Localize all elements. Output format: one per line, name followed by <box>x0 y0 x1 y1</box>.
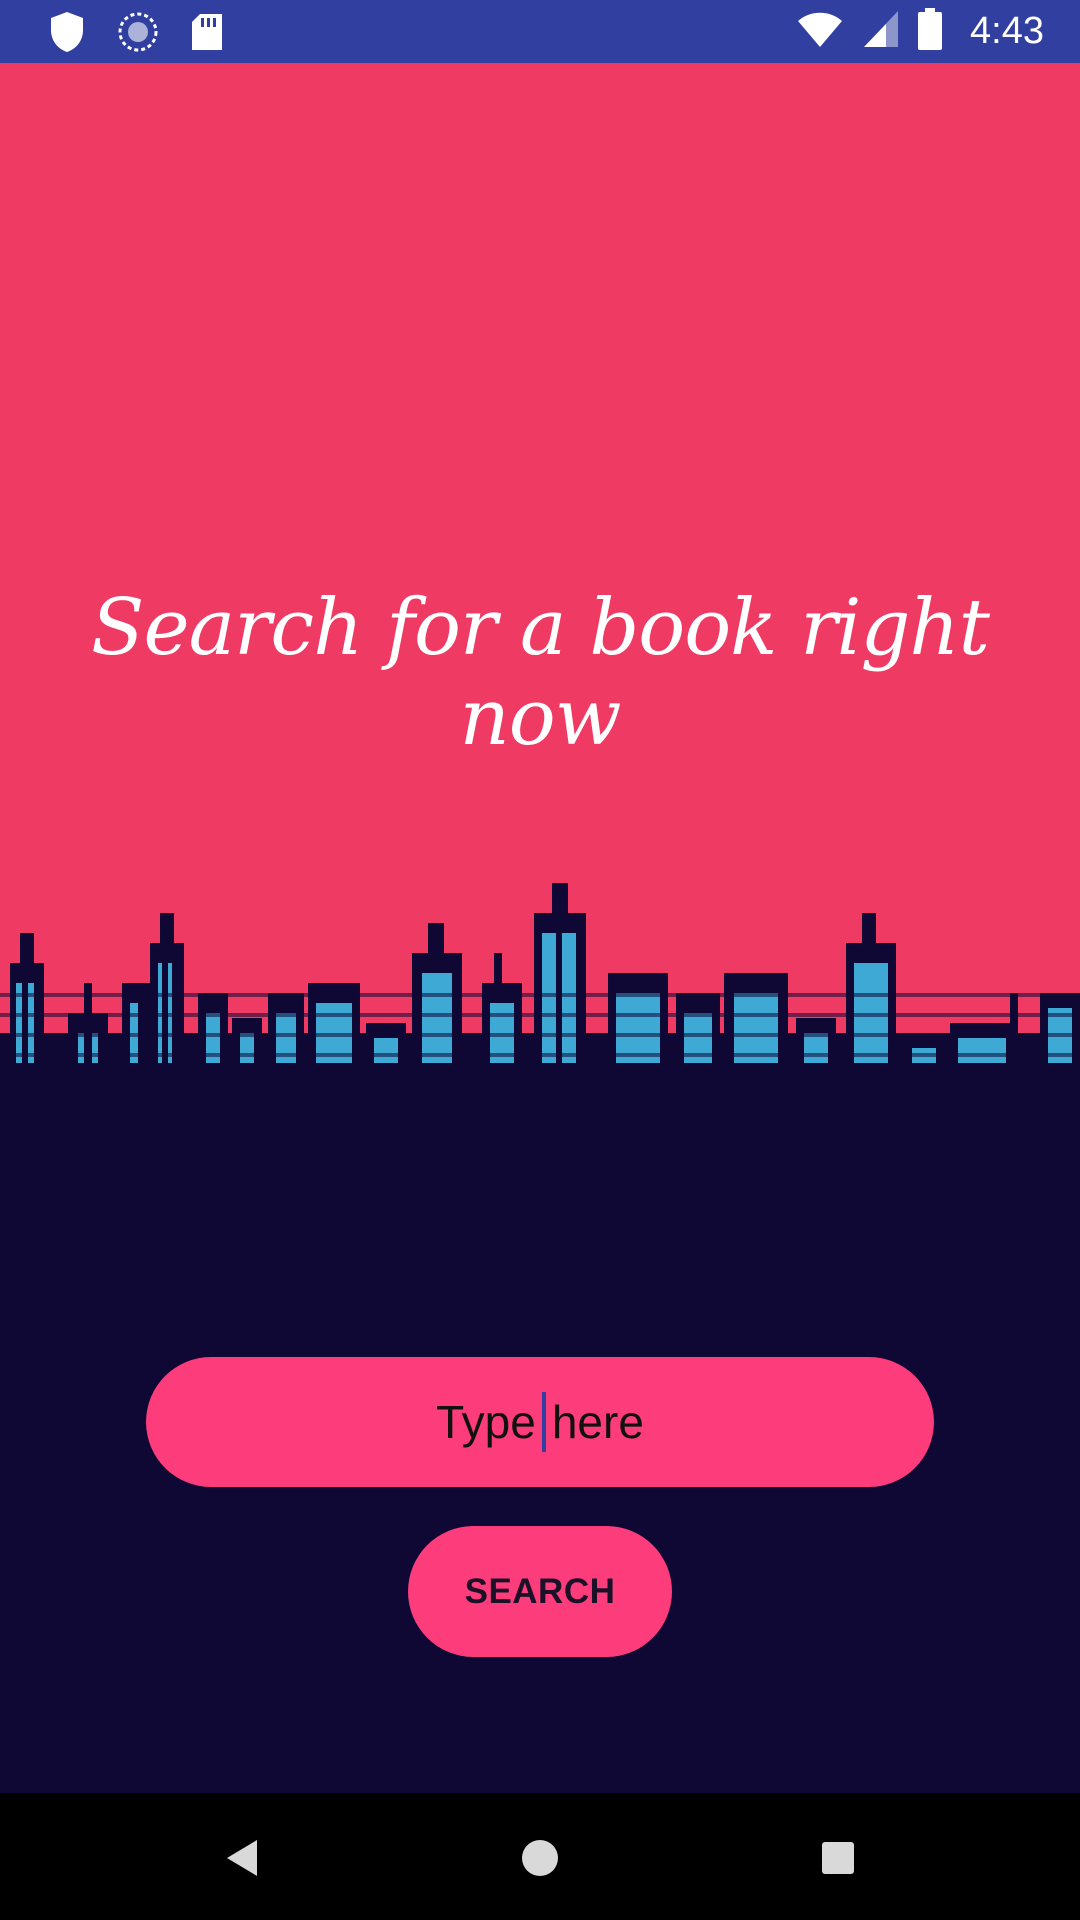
search-input-text-after: here <box>551 1396 644 1448</box>
status-bar: 4:43 <box>0 0 1080 63</box>
navigation-bar <box>0 1793 1080 1920</box>
city-skyline-illustration <box>0 883 1080 1063</box>
recents-icon <box>822 1842 854 1874</box>
search-button[interactable]: SEARCH <box>408 1526 672 1657</box>
home-button[interactable] <box>505 1823 575 1893</box>
text-cursor <box>541 1392 546 1452</box>
recents-button[interactable] <box>803 1823 873 1893</box>
battery-icon <box>918 8 943 54</box>
search-input[interactable]: Type here <box>146 1357 934 1487</box>
status-left-icons <box>48 10 224 58</box>
hero-title: Search for a book right now <box>91 583 990 763</box>
home-icon <box>522 1840 558 1876</box>
hero-banner: Search for a book right now <box>0 63 1080 1063</box>
screen: 4:43 Search for a book right now Type he… <box>0 0 1080 1920</box>
shield-icon <box>48 10 86 58</box>
status-time: 4:43 <box>970 9 1044 52</box>
wifi-icon <box>796 9 844 53</box>
sd-card-icon <box>190 12 224 56</box>
sync-icon <box>116 10 160 58</box>
back-icon <box>227 1840 257 1876</box>
search-input-text-before: Type <box>436 1396 536 1448</box>
back-button[interactable] <box>206 1823 276 1893</box>
status-right-icons: 4:43 <box>796 8 1044 54</box>
signal-icon <box>862 9 900 53</box>
app-content: Search for a book right now Type here SE… <box>0 63 1080 1793</box>
